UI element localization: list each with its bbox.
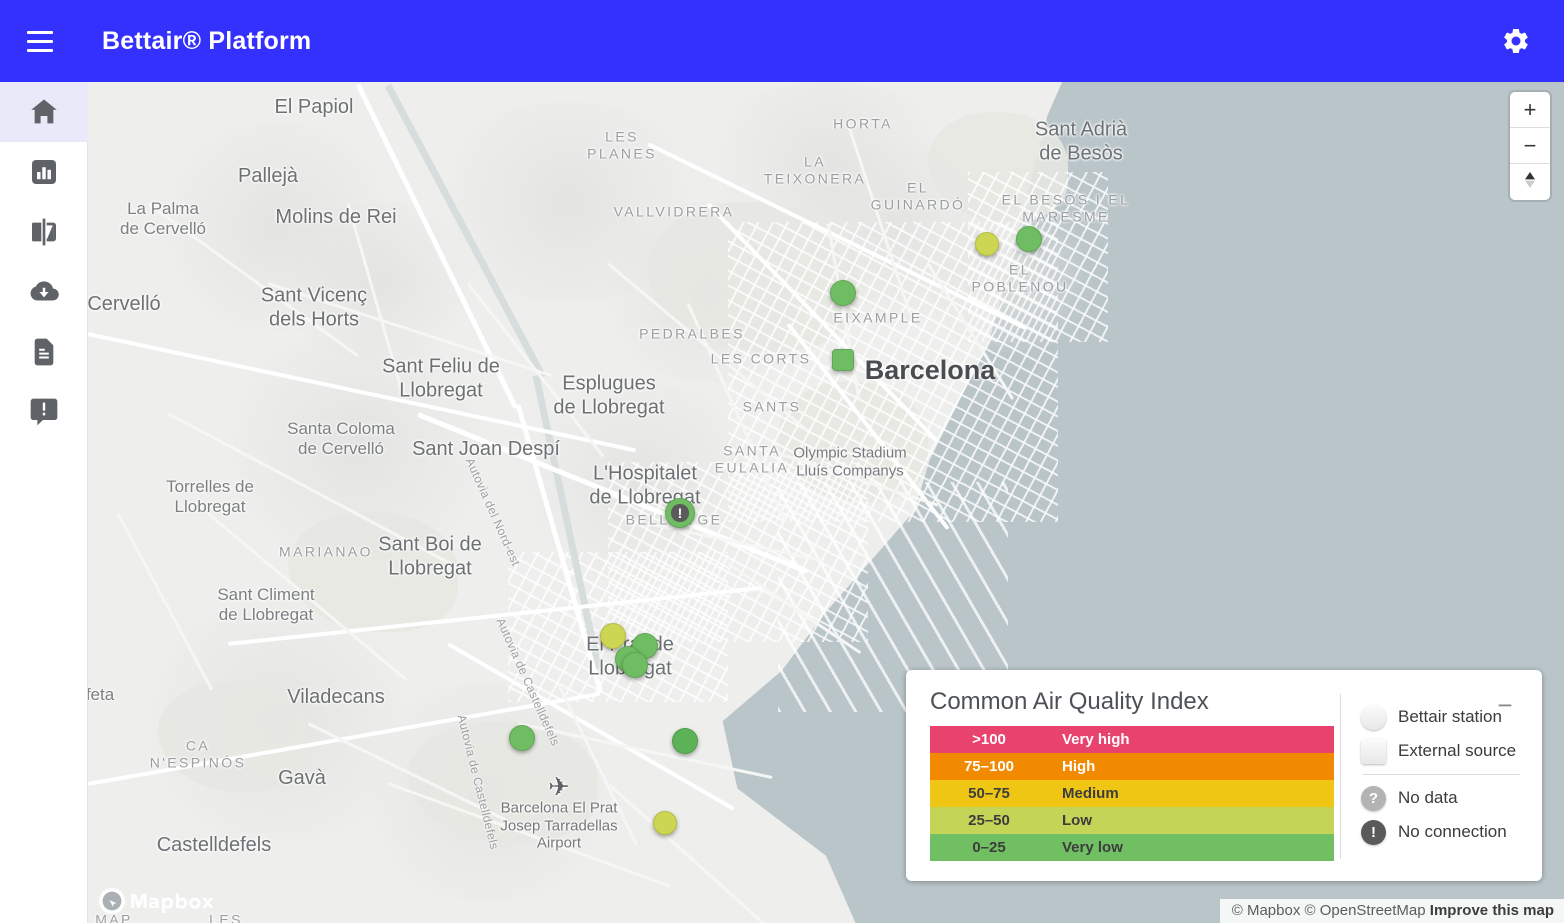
exclamation-badge-icon: ! (671, 504, 689, 522)
exclamation-badge-icon: ! (1361, 819, 1386, 845)
sidebar (0, 82, 88, 923)
hamburger-bar (27, 30, 53, 34)
map-attribution: © Mapbox © OpenStreetMap Improve this ma… (1219, 899, 1564, 923)
legend-scale-row: 75–100 High (930, 753, 1334, 780)
hamburger-menu-icon[interactable] (16, 17, 64, 65)
legend-scale-label: Very high (1062, 731, 1130, 748)
legend-scale-label: Very low (1062, 839, 1123, 856)
map-marker-station-prat-a[interactable] (600, 623, 626, 649)
marker-status-badge: ! (666, 499, 694, 527)
legend-status-row: ? No data (1361, 781, 1520, 815)
legend-source-label: External source (1398, 741, 1517, 760)
app-title: Bettair® Platform (102, 26, 312, 55)
legend-panel: Common Air Quality Index >100 Very high 75… (906, 670, 1542, 881)
legend-scale-row: 50–75 Medium (930, 780, 1334, 807)
compare-icon (32, 218, 56, 246)
sidebar-item-download[interactable] (0, 262, 88, 322)
improve-this-map-link[interactable]: Improve this map (1430, 902, 1554, 919)
attribution-mapbox-link[interactable]: © Mapbox (1232, 902, 1301, 919)
home-icon (31, 99, 57, 124)
north-arrow-icon (1525, 172, 1535, 188)
legend-scale-row: 0–25 Very low (930, 834, 1334, 861)
legend-symbol-separator (1363, 774, 1520, 775)
map-marker-station-prat-d[interactable] (622, 652, 648, 678)
mapbox-logo[interactable] (98, 887, 222, 915)
legend-scale-range: 50–75 (968, 785, 1010, 802)
sidebar-item-analytics[interactable] (0, 142, 88, 202)
map-marker-station-airport-south[interactable] (653, 811, 677, 835)
legend-scale-row: >100 Very high (930, 726, 1334, 753)
square-marker-icon (1361, 738, 1386, 764)
bar-chart-icon (32, 160, 56, 184)
compass-button[interactable] (1510, 164, 1550, 200)
attribution-osm-link[interactable]: © OpenStreetMap (1305, 902, 1426, 919)
hamburger-bar (27, 39, 53, 43)
sidebar-item-compare[interactable] (0, 202, 88, 262)
legend-scale-range: >100 (972, 731, 1006, 748)
gear-icon (1504, 28, 1528, 54)
circle-marker-icon (1361, 704, 1386, 730)
legend-scale-range: 25–50 (968, 812, 1010, 829)
mapbox-wordmark-icon (99, 888, 214, 914)
legend-scale-row: 25–50 Low (930, 807, 1334, 834)
legend-minimize-button[interactable]: − (1490, 692, 1520, 718)
sidebar-item-home[interactable] (0, 82, 88, 142)
legend-scale-column: Common Air Quality Index >100 Very high 75… (930, 688, 1334, 861)
city-block-grid (968, 172, 1108, 342)
legend-title: Common Air Quality Index (930, 688, 1209, 715)
legend-status-row: ! No connection (1361, 815, 1520, 849)
zoom-out-button[interactable]: − (1510, 128, 1550, 164)
alert-message-icon (30, 398, 58, 426)
legend-source-row: External source (1361, 734, 1520, 768)
legend-scale-range: 75–100 (963, 758, 1015, 775)
map-marker-station-hospitalet[interactable]: ! (665, 498, 695, 528)
map-marker-station-besos[interactable] (1016, 226, 1042, 252)
hamburger-bar (27, 48, 53, 52)
map-marker-station-eixample[interactable] (830, 280, 856, 306)
cloud-download-icon (30, 281, 59, 301)
legend-scale-label: High (1062, 758, 1096, 775)
sidebar-item-alerts[interactable] (0, 382, 88, 442)
app-header: Bettair® Platform (0, 0, 1564, 82)
map-marker-station-airport-east[interactable] (672, 728, 698, 754)
question-badge-icon: ? (1361, 785, 1386, 811)
legend-scale: >100 Very high 75–100 High 50–75 Medium 25–50 L… (930, 726, 1334, 861)
map-marker-station-viladecans[interactable] (509, 725, 535, 751)
legend-scale-label: Medium (1062, 785, 1119, 802)
legend-source-label: Bettair station (1398, 707, 1502, 726)
map-marker-station-les-corts[interactable] (832, 349, 854, 371)
map-view[interactable]: El Papiol HORTA Sant Adrià de Besòs LES PLANE… (88, 82, 1564, 923)
sidebar-item-reports[interactable] (0, 322, 88, 382)
zoom-in-button[interactable]: + (1510, 92, 1550, 128)
settings-button[interactable] (1490, 15, 1542, 67)
legend-status-symbols: ? No data! No connection (1361, 781, 1520, 849)
legend-scale-label: Low (1062, 812, 1092, 829)
map-zoom-controls: + − (1510, 92, 1550, 200)
legend-status-label: No connection (1398, 822, 1507, 841)
legend-scale-range: 0–25 (972, 839, 1006, 856)
map-marker-station-sant-adria[interactable] (975, 232, 999, 256)
legend-status-label: No data (1398, 788, 1458, 807)
app-root: Bettair® Platform El Papiol HORTA Sant A… (0, 0, 1564, 923)
document-icon (34, 338, 54, 366)
